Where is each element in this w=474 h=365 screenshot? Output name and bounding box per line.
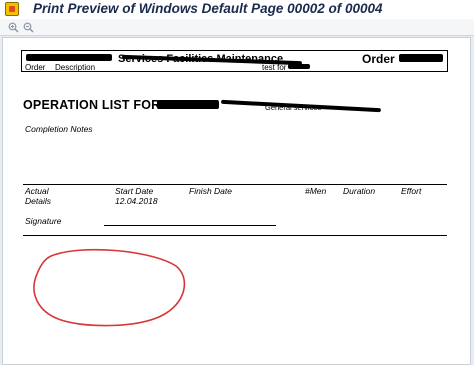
column-start-date: Start Date bbox=[115, 186, 154, 196]
red-annotation-circle bbox=[33, 248, 186, 327]
column-men: #Men bbox=[305, 186, 327, 196]
zoom-in-icon[interactable] bbox=[6, 20, 20, 34]
window-titlebar: Print Preview of Windows Default Page 00… bbox=[0, 0, 474, 19]
column-duration: Duration bbox=[343, 186, 376, 196]
signature-label: Signature bbox=[25, 216, 62, 226]
operation-detail-text: General services bbox=[265, 103, 322, 112]
header-col-description: Description bbox=[55, 63, 96, 72]
header-test-text: test for bbox=[262, 63, 287, 72]
operation-list-heading: OPERATION LIST FOR : bbox=[23, 98, 169, 112]
print-preview-page: Services Facilities Maintenance Order Or… bbox=[2, 37, 471, 365]
redaction-mark bbox=[399, 54, 443, 62]
redaction-mark bbox=[26, 54, 112, 61]
sap-app-icon bbox=[5, 2, 19, 16]
signature-line bbox=[104, 225, 276, 226]
details-label: Details bbox=[25, 196, 51, 206]
table-bottom-rule bbox=[23, 235, 447, 236]
header-order-label: Order bbox=[362, 52, 395, 66]
document-header-box: Services Facilities Maintenance Order Or… bbox=[21, 50, 448, 72]
redaction-mark bbox=[157, 100, 219, 109]
column-effort: Effort bbox=[401, 186, 422, 196]
toolbar bbox=[0, 19, 474, 36]
window-title: Print Preview of Windows Default Page 00… bbox=[33, 1, 383, 16]
column-finish-date: Finish Date bbox=[189, 186, 232, 196]
header-col-order: Order bbox=[25, 63, 46, 72]
column-actual: Actual bbox=[25, 186, 49, 196]
table-top-rule bbox=[23, 184, 447, 185]
completion-notes-label: Completion Notes bbox=[25, 124, 93, 134]
zoom-out-icon[interactable] bbox=[21, 20, 35, 34]
start-date-value: 12.04.2018 bbox=[115, 196, 158, 206]
redaction-mark bbox=[288, 64, 310, 69]
